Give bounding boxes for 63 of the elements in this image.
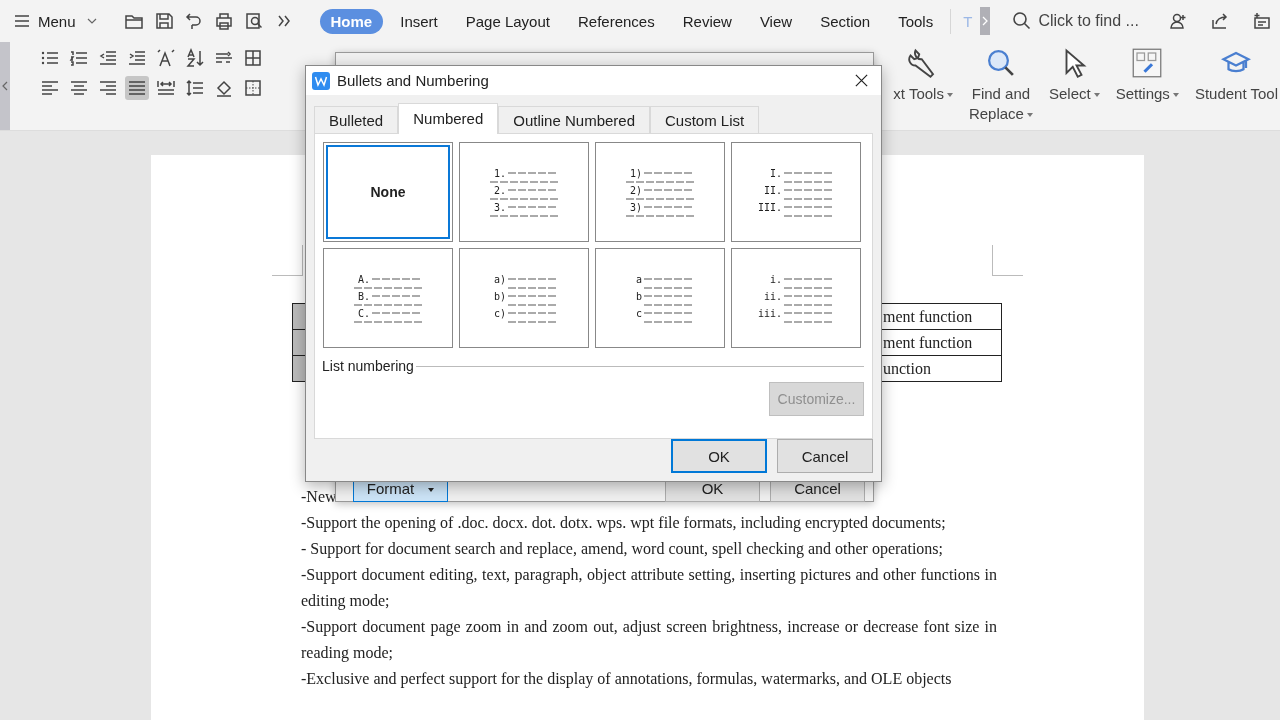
search-icon	[985, 48, 1016, 78]
document-paragraph: -Support the opening of .doc. docx. dot. dotx. wps. wpt file formats, including encrypted documents;	[301, 513, 947, 534]
undo-icon[interactable]	[183, 11, 204, 31]
numbering-style-option[interactable]: 1. 2. 3.	[459, 142, 589, 242]
addnote-icon[interactable]	[1252, 11, 1273, 31]
ribbon-tab[interactable]: Insert	[389, 8, 449, 34]
document-paragraph: -Support document editing, text, paragraph, object attribute setting, inserting pictures and other functions in editing mode;	[301, 565, 997, 612]
sort-icon	[185, 48, 205, 68]
close-icon[interactable]	[854, 73, 869, 88]
numbering-style-option[interactable]: A. B. C.	[323, 248, 453, 348]
settings-tool-button[interactable]: Settings	[1115, 48, 1179, 104]
dialog-tab[interactable]: Outline Numbered	[498, 106, 650, 133]
left-icon	[40, 78, 60, 98]
right-icon	[98, 78, 118, 98]
dialog-tab[interactable]: Custom List	[650, 106, 760, 133]
numbering-style-option[interactable]: a b c	[595, 248, 725, 348]
search-icon	[1012, 11, 1033, 31]
adduser-icon[interactable]	[1168, 11, 1189, 31]
table-icon	[243, 48, 263, 68]
app-logo-icon	[312, 71, 330, 90]
cap-tool-button[interactable]: Student Tool	[1194, 48, 1278, 104]
page-corner-mark	[992, 245, 1023, 276]
numbering-style-option[interactable]: 1) 2) 3)	[595, 142, 725, 242]
section-label: List numbering	[322, 358, 414, 374]
cancel-button[interactable]: Cancel	[777, 439, 873, 473]
find-replace-button[interactable]: Find and Replace	[968, 48, 1033, 124]
numbering-style-option[interactable]: i. ii. iii.	[731, 248, 861, 348]
ribbon-tab[interactable]: View	[748, 8, 804, 34]
pointer-tool-button[interactable]: Select	[1048, 48, 1100, 104]
document-paragraph: - Support for document search and replace, amend, word count, spell checking and other operations;	[301, 539, 944, 560]
ok-button[interactable]: OK	[671, 439, 767, 473]
document-paragraph: -New	[301, 487, 337, 507]
numbers-icon	[69, 48, 89, 68]
center-icon	[69, 78, 89, 98]
outdent-icon	[98, 48, 118, 68]
preview-icon[interactable]	[243, 11, 264, 31]
ribbon-tab[interactable]: Section	[809, 8, 882, 34]
numbering-style-option[interactable]: a) b) c)	[459, 248, 589, 348]
ribbon-tab[interactable]: Page Layout	[454, 8, 561, 34]
numbering-style-option[interactable]: None	[323, 142, 453, 242]
wrench-tool-button[interactable]: xt Tools	[893, 48, 953, 104]
justify-icon	[127, 78, 147, 98]
dialog-tab[interactable]: Numbered	[398, 103, 499, 134]
borders-icon	[243, 78, 263, 98]
dialog-tab[interactable]: Bulleted	[314, 106, 399, 133]
document-paragraph: -Support document page zoom in and zoom out, adjust screen brightness, increase or decrease font size in reading mode;	[301, 617, 997, 664]
menu-button[interactable]: Menu	[12, 11, 98, 31]
ribbon-tab[interactable]: Review	[671, 8, 743, 34]
print-icon[interactable]	[213, 11, 234, 31]
indent-icon	[127, 48, 147, 68]
save-icon[interactable]	[153, 11, 174, 31]
document-paragraph: -Exclusive and perfect support for the display of annotations, formulas, watermarks, and OLE objects	[301, 669, 953, 690]
align-justify-button[interactable]	[125, 76, 149, 100]
page-corner-mark	[272, 245, 303, 276]
spacing-icon	[185, 78, 205, 98]
search-field[interactable]: Click to find ...	[1012, 11, 1163, 31]
numbering-style-option[interactable]: I. II. III.	[731, 142, 861, 242]
dialog-title: Bullets and Numbering	[337, 72, 489, 89]
settings-icon	[1132, 48, 1163, 78]
distributed-icon	[156, 78, 176, 98]
ribbon-tab[interactable]: Tools	[887, 8, 945, 34]
ribbon-tab[interactable]: References	[567, 8, 666, 34]
shading-icon	[214, 78, 234, 98]
